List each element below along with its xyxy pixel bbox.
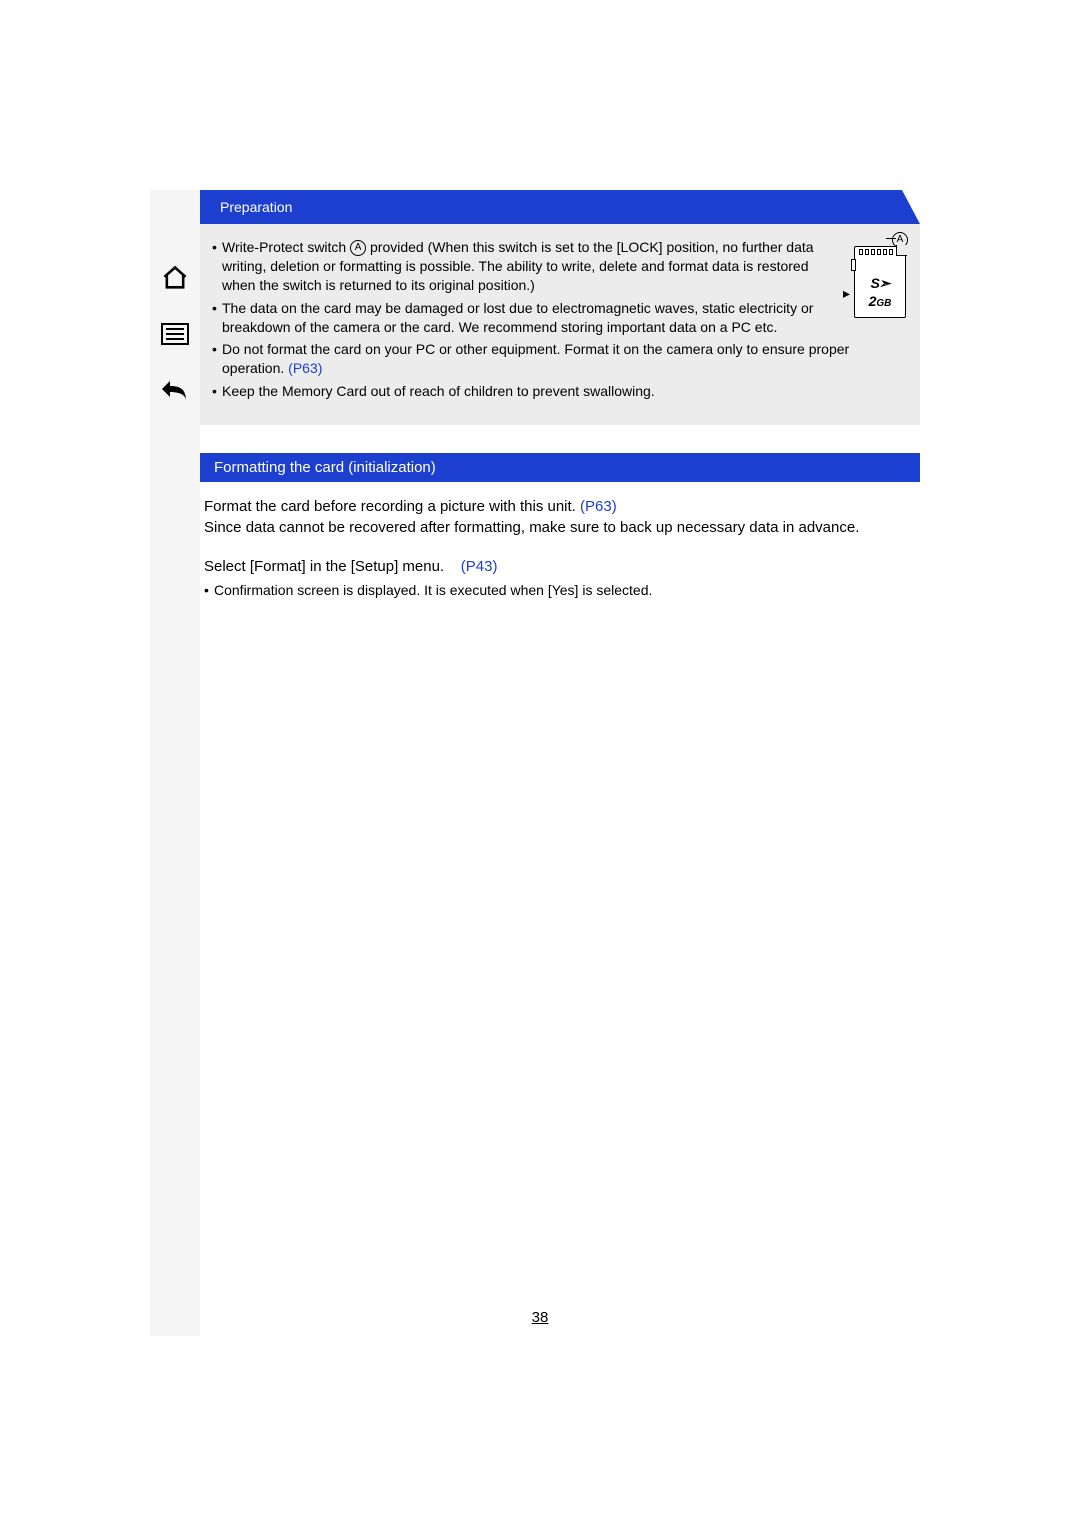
inline-marker-a: A xyxy=(350,240,366,256)
manual-page: Preparation A S➣ 2GB ▸ Write-Protect swi… xyxy=(0,0,1080,1526)
page-number: 38 xyxy=(0,1309,1080,1326)
nav-sidebar xyxy=(150,190,200,1336)
note-item: Do not format the card on your PC or oth… xyxy=(212,340,908,378)
link-p63[interactable]: (P63) xyxy=(580,498,617,515)
section-heading: Formatting the card (initialization) xyxy=(200,453,920,482)
note-item: The data on the card may be damaged or l… xyxy=(212,299,908,337)
header-corner-decoration xyxy=(902,190,920,224)
section-body: Format the card before recording a pictu… xyxy=(200,482,920,601)
sub-note: Confirmation screen is displayed. It is … xyxy=(204,581,916,601)
paragraph: Format the card before recording a pictu… xyxy=(204,496,916,538)
breadcrumb-text: Preparation xyxy=(220,199,292,215)
content-column: Preparation A S➣ 2GB ▸ Write-Protect swi… xyxy=(200,190,920,1336)
note-item: Keep the Memory Card out of reach of chi… xyxy=(212,382,908,401)
menu-icon[interactable] xyxy=(157,316,193,352)
link-p63[interactable]: (P63) xyxy=(288,360,322,376)
home-icon[interactable] xyxy=(157,260,193,296)
notes-box: A S➣ 2GB ▸ Write-Protect switch A provid… xyxy=(200,224,920,425)
link-p43[interactable]: (P43) xyxy=(461,558,498,575)
note-item: Write-Protect switch A provided (When th… xyxy=(212,238,908,295)
back-icon[interactable] xyxy=(157,372,193,408)
paragraph: Select [Format] in the [Setup] menu. (P4… xyxy=(204,556,916,577)
notes-list: Write-Protect switch A provided (When th… xyxy=(212,238,908,401)
breadcrumb-bar: Preparation xyxy=(200,190,920,224)
